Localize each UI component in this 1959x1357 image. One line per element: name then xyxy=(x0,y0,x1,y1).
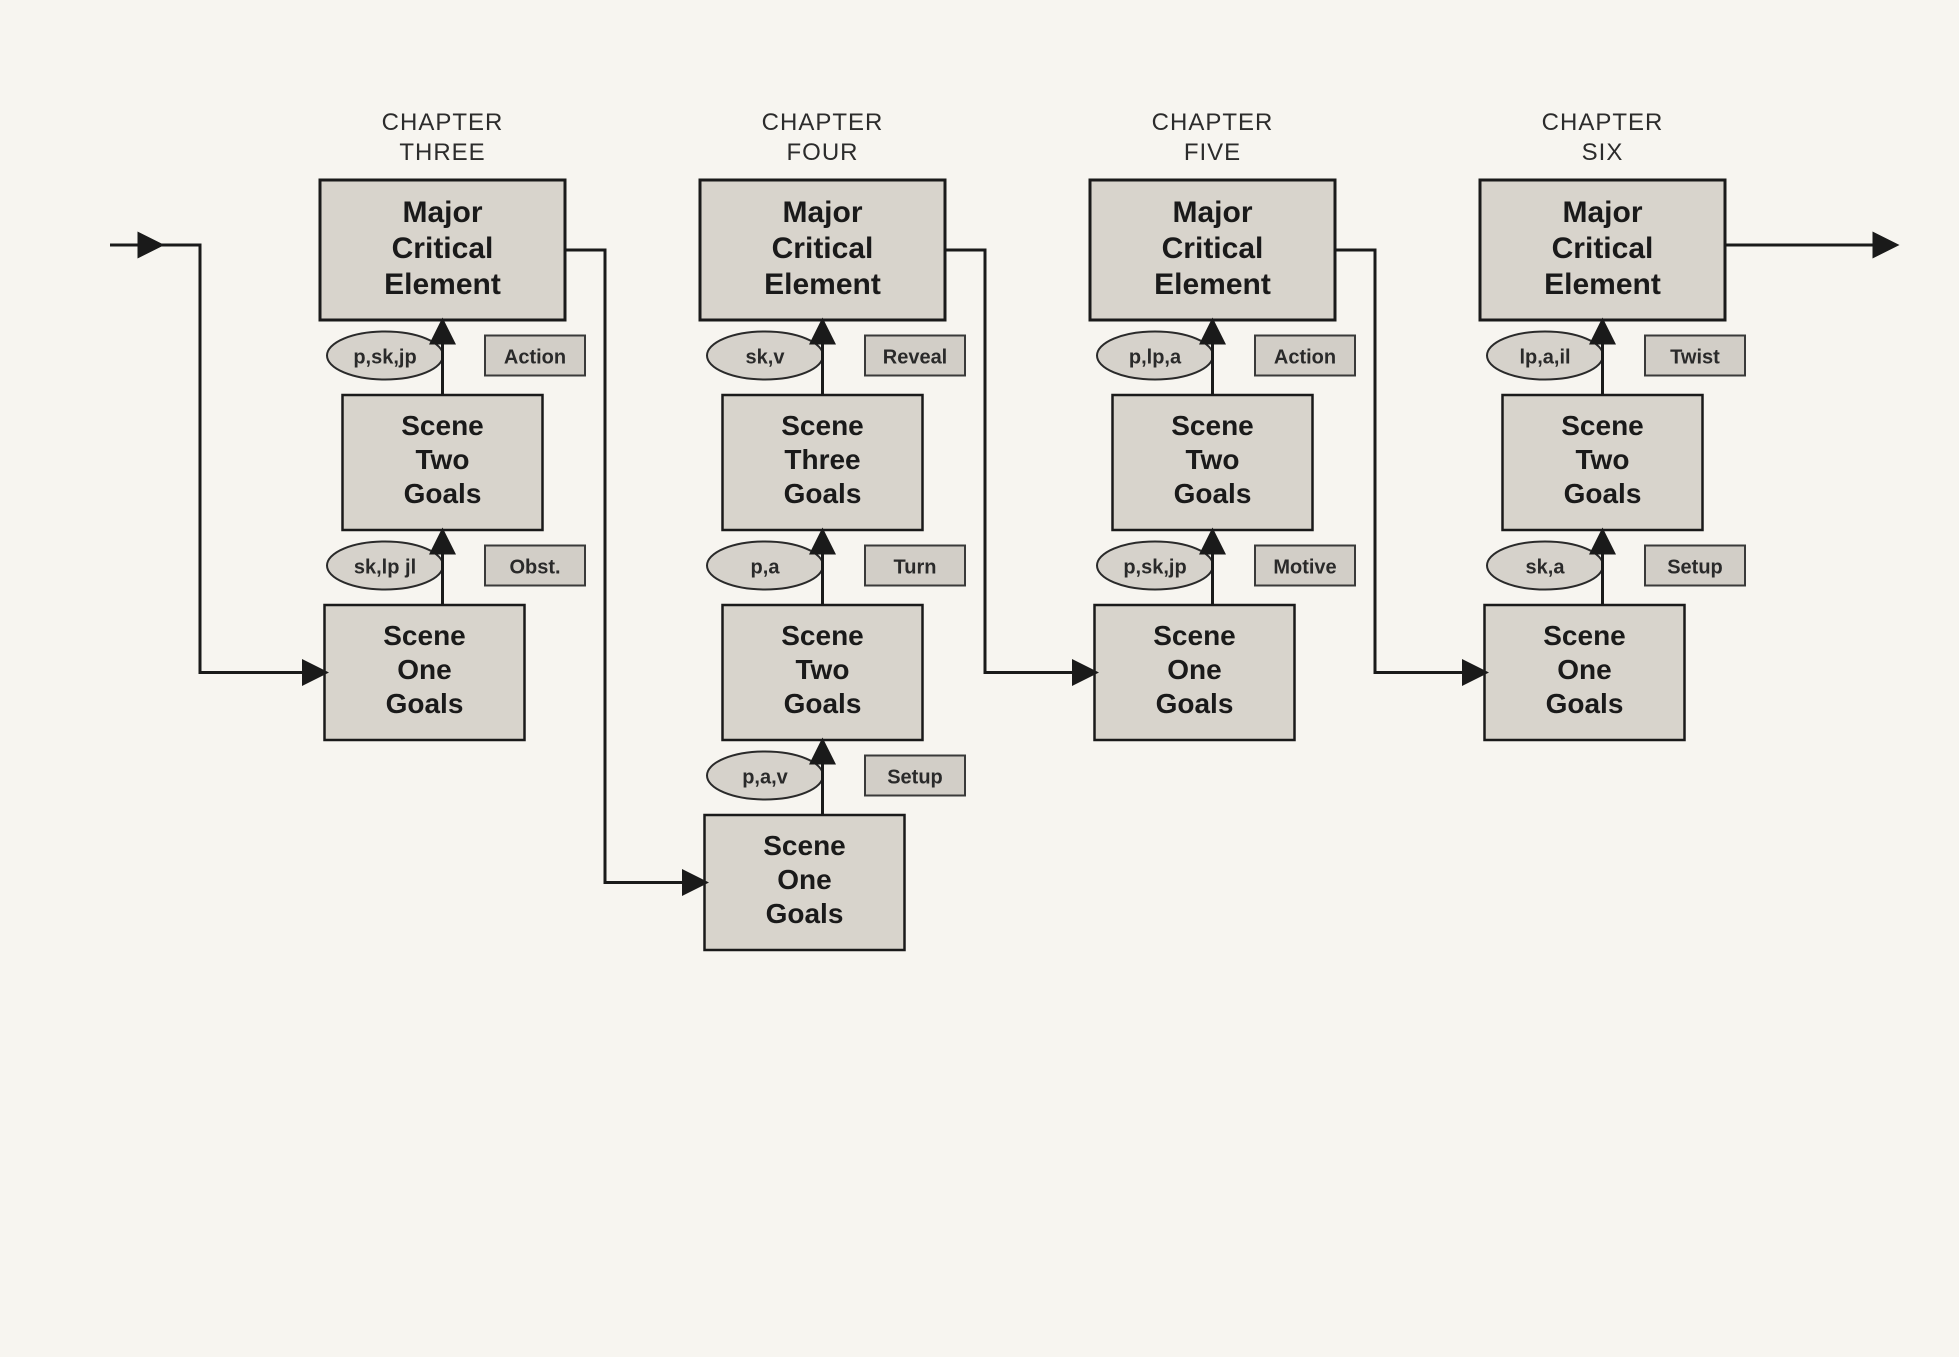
character-oval-label: lp,a,il xyxy=(1519,347,1570,369)
scene-tag-label: Setup xyxy=(887,767,943,789)
character-oval-label: p,lp,a xyxy=(1129,347,1182,369)
chapter-heading: CHAPTERFIVE xyxy=(1152,109,1274,166)
chapter-heading: CHAPTERTHREE xyxy=(382,109,504,166)
chapter-column: CHAPTERTHREEMajorCriticalElementp,sk,jpA… xyxy=(160,109,585,740)
scene-tag-label: Turn xyxy=(894,557,937,579)
chapter-heading: CHAPTERSIX xyxy=(1542,109,1664,166)
chapter-connector xyxy=(945,250,1095,673)
chapter-column: CHAPTERFOURMajorCriticalElementsk,vRevea… xyxy=(565,109,965,950)
character-oval-label: sk,a xyxy=(1526,557,1566,579)
chapter-connector xyxy=(160,245,325,673)
chapter-column: CHAPTERSIXMajorCriticalElementlp,a,ilTwi… xyxy=(1335,109,1745,740)
chapter-heading: CHAPTERFOUR xyxy=(762,109,884,166)
character-oval-label: sk,v xyxy=(746,347,786,369)
scene-tag-label: Action xyxy=(504,347,566,369)
chapter-column: CHAPTERFIVEMajorCriticalElementp,lp,aAct… xyxy=(945,109,1355,740)
chapter-connector xyxy=(1335,250,1485,673)
character-oval-label: p,a,v xyxy=(742,767,788,789)
character-oval-label: p,a xyxy=(751,557,781,579)
scene-tag-label: Twist xyxy=(1670,347,1720,369)
scene-tag-label: Action xyxy=(1274,347,1336,369)
scene-tag-label: Motive xyxy=(1273,557,1336,579)
scene-tag-label: Obst. xyxy=(509,557,560,579)
story-structure-diagram: CHAPTERTHREEMajorCriticalElementp,sk,jpA… xyxy=(0,0,1959,1357)
scene-tag-label: Reveal xyxy=(883,347,948,369)
character-oval-label: p,sk,jp xyxy=(353,347,416,369)
scene-tag-label: Setup xyxy=(1667,557,1723,579)
svg-text:SceneThreeGoals: SceneThreeGoals xyxy=(781,410,864,509)
character-oval-label: p,sk,jp xyxy=(1123,557,1186,579)
character-oval-label: sk,lp jl xyxy=(354,557,416,579)
